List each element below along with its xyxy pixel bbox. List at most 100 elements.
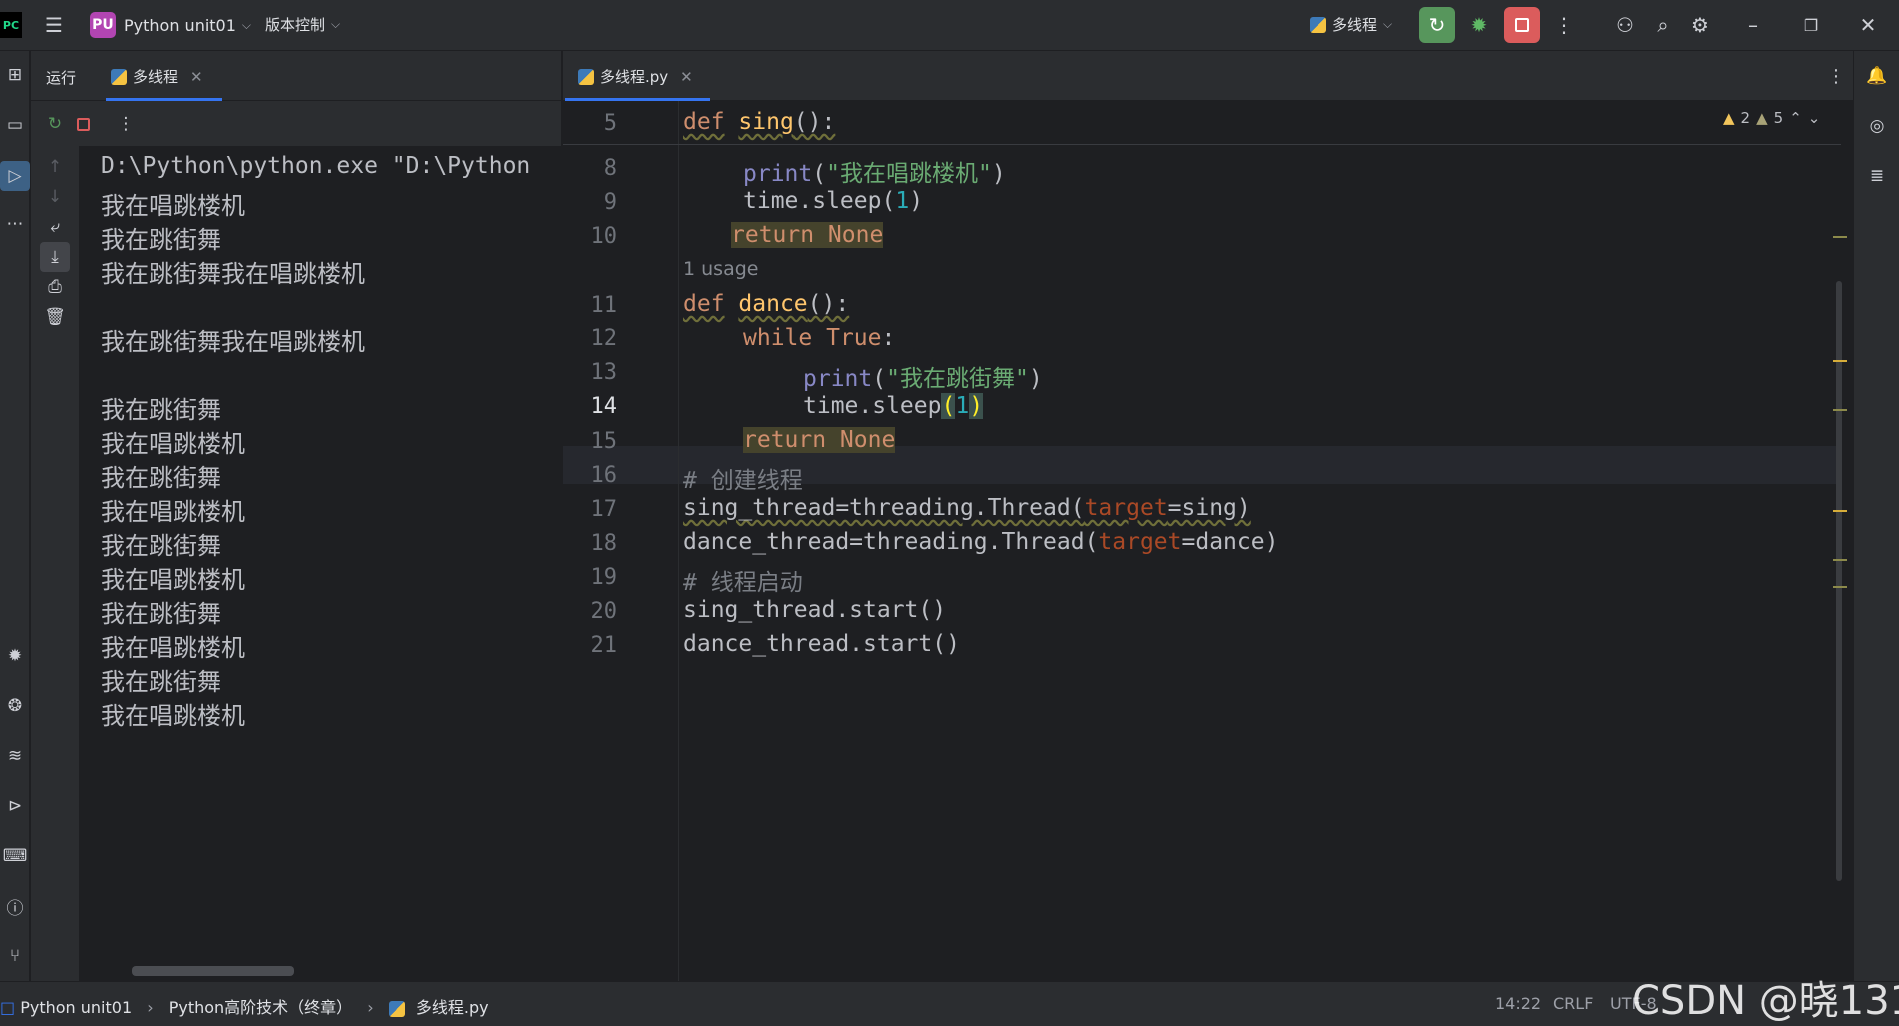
- close-tab-icon[interactable]: ✕: [680, 68, 693, 86]
- warning-marker[interactable]: [1833, 236, 1847, 238]
- horizontal-scrollbar[interactable]: [132, 966, 294, 976]
- minimize-icon[interactable]: –: [1735, 7, 1771, 43]
- code-text: ():: [793, 109, 836, 135]
- main-menu-icon[interactable]: ☰: [36, 7, 72, 43]
- caret-position[interactable]: 14:22: [1495, 994, 1541, 1013]
- project-selector[interactable]: PU Python unit01 ⌵: [90, 12, 251, 38]
- restore-icon[interactable]: ❐: [1793, 7, 1829, 43]
- services-icon[interactable]: ⊳: [0, 791, 30, 821]
- matched-brace: ): [969, 393, 984, 419]
- keyword: while: [743, 325, 813, 351]
- git-icon[interactable]: ⑂: [0, 941, 30, 971]
- code-line-12: while True:: [743, 325, 895, 351]
- warning-marker[interactable]: [1833, 360, 1847, 362]
- ai-assistant-icon[interactable]: ◎: [1862, 111, 1892, 141]
- inspection-widget[interactable]: ▲ 2 ▲ 5 ⌃ ⌄: [1723, 109, 1820, 127]
- python-packages-icon[interactable]: ❂: [0, 691, 30, 721]
- vcs-selector[interactable]: 版本控制 ⌵: [265, 14, 340, 35]
- code-line-16: # 创建线程: [683, 468, 803, 494]
- close-tab-icon[interactable]: ✕: [190, 68, 203, 86]
- more-tools-icon[interactable]: ⋯: [0, 209, 30, 239]
- console-line: 我在跳街舞: [101, 464, 221, 492]
- database-icon[interactable]: ≣: [1862, 161, 1892, 191]
- print-icon[interactable]: ⎙: [40, 272, 70, 302]
- chevron-down-icon[interactable]: ⌄: [1808, 109, 1821, 127]
- debug-icon[interactable]: ✹: [1461, 7, 1497, 43]
- string-literal: "我在跳街舞": [886, 366, 1029, 392]
- code-text: =dance): [1181, 529, 1279, 555]
- python-icon: [388, 1000, 405, 1017]
- breadcrumb-file[interactable]: 多线程.py: [416, 998, 489, 1017]
- active-tab-indicator: [106, 98, 222, 101]
- tab-file[interactable]: 多线程.py ✕: [578, 66, 693, 87]
- run-toolbar: ↻ ⋮: [31, 102, 562, 146]
- scroll-to-end-icon[interactable]: ⤓: [40, 242, 70, 272]
- line-number: 20: [590, 599, 618, 624]
- console-line: 我在跳街舞: [101, 600, 221, 628]
- console-line: 我在跳街舞: [101, 668, 221, 696]
- vertical-scrollbar[interactable]: [1836, 281, 1842, 881]
- code-text: sing_thread=threading.Thread(: [683, 495, 1085, 521]
- close-icon[interactable]: ✕: [1850, 7, 1886, 43]
- console-output[interactable]: D:\Python\python.exe "D:\Python 我在唱跳楼机 我…: [79, 146, 562, 981]
- builtin: print: [803, 366, 873, 392]
- code-text: ): [909, 188, 924, 214]
- module-icon: □: [0, 998, 16, 1017]
- code-text: dance_thread=threading.Thread(: [683, 529, 1099, 555]
- stop-icon[interactable]: [68, 109, 98, 139]
- gear-icon[interactable]: ⚙: [1682, 7, 1718, 43]
- add-user-icon[interactable]: ⚇: [1607, 7, 1643, 43]
- layers-icon[interactable]: ≋: [0, 741, 30, 771]
- line-number: 8: [603, 156, 617, 181]
- notifications-icon[interactable]: 🔔: [1862, 61, 1892, 91]
- stop-button[interactable]: [1504, 7, 1540, 43]
- console-line: 我在跳街舞: [101, 226, 221, 254]
- line-number: 11: [590, 293, 618, 318]
- usage-hint[interactable]: 1 usage: [683, 258, 758, 280]
- search-icon[interactable]: ⌕: [1645, 7, 1681, 43]
- editor-more-icon[interactable]: ⋮: [1818, 58, 1854, 94]
- project-name: Python unit01: [124, 15, 236, 35]
- breadcrumb-folder[interactable]: Python高阶技术（终章）: [169, 998, 352, 1017]
- code-editor[interactable]: 5 8 9 10 11 12 13 14 15 16 17 18 19 20 2…: [563, 101, 1853, 981]
- run-icon[interactable]: ▷: [0, 161, 30, 191]
- chevron-up-icon[interactable]: ⌃: [1789, 109, 1802, 127]
- warning-marker[interactable]: [1833, 559, 1847, 561]
- tab-run-config[interactable]: 多线程 ✕: [111, 66, 203, 87]
- tab-file-label: 多线程.py: [600, 68, 669, 86]
- chevron-down-icon: ⌵: [1383, 17, 1393, 31]
- warning-marker[interactable]: [1833, 409, 1847, 411]
- problems-icon[interactable]: ⓘ: [0, 891, 30, 921]
- line-number-gutter: 5 8 9 10 11 12 13 14 15 16 17 18 19 20 2…: [563, 101, 679, 981]
- line-number-current: 14: [590, 394, 618, 419]
- code-line-10: return None: [683, 222, 884, 248]
- tab-run-config-label: 多线程: [133, 68, 179, 86]
- terminal-icon[interactable]: ⌨: [0, 841, 30, 871]
- line-number: 15: [590, 429, 618, 454]
- code-text: :: [881, 325, 896, 351]
- scroll-up-icon[interactable]: ↑: [40, 152, 70, 182]
- rerun-button[interactable]: ↻: [1419, 7, 1455, 43]
- vcs-label: 版本控制: [265, 16, 326, 34]
- breadcrumb-project[interactable]: Python unit01: [20, 998, 132, 1017]
- sticky-line-divider: [563, 144, 1841, 145]
- debug-icon[interactable]: ✹: [0, 641, 30, 671]
- rerun-icon[interactable]: ↻: [40, 109, 70, 139]
- string-literal: "我在唱跳楼机": [826, 161, 992, 187]
- warning-marker[interactable]: [1833, 510, 1847, 512]
- folder-icon[interactable]: ▭: [0, 110, 30, 140]
- chevron-right-icon: ›: [147, 998, 154, 1017]
- trash-icon[interactable]: 🗑: [40, 302, 70, 332]
- warning-marker[interactable]: [1833, 586, 1847, 588]
- run-config-selector[interactable]: 多线程 ⌵: [1310, 14, 1392, 35]
- pycharm-logo[interactable]: PC: [0, 12, 22, 38]
- more-actions-icon[interactable]: ⋮: [1546, 7, 1582, 43]
- code-text: =sing): [1167, 495, 1251, 521]
- scroll-down-icon[interactable]: ↓: [40, 182, 70, 212]
- more-actions-icon[interactable]: ⋮: [111, 109, 141, 139]
- code-line-15: return None: [743, 427, 896, 453]
- soft-wrap-icon[interactable]: ⤶: [40, 212, 70, 242]
- structure-icon[interactable]: ⊞: [0, 60, 30, 90]
- return-statement: return None: [743, 427, 896, 453]
- line-separator[interactable]: CRLF: [1553, 994, 1593, 1013]
